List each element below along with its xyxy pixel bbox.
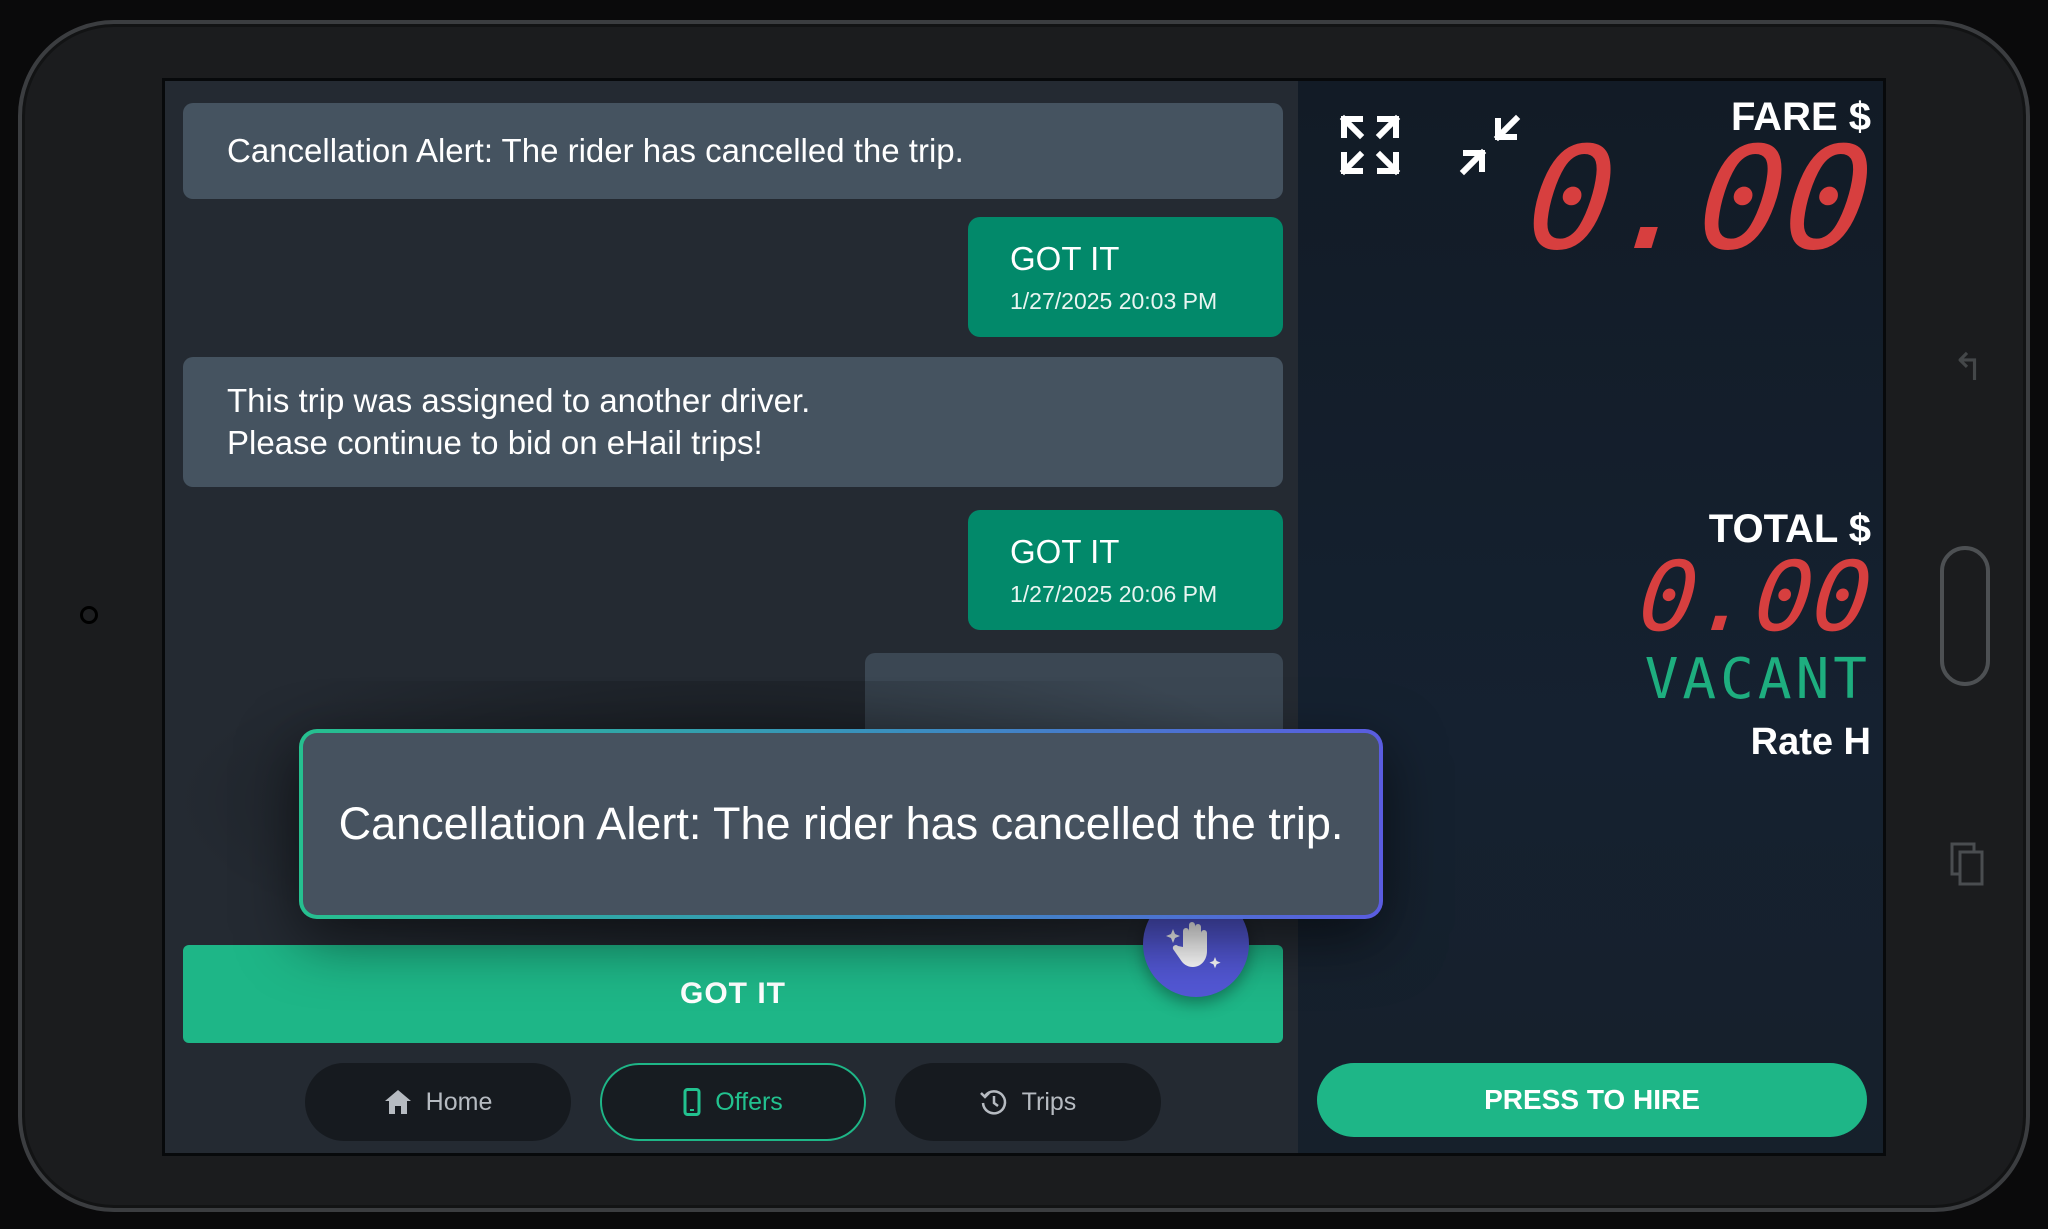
fare-value: 0.00 <box>1520 117 1880 282</box>
nav-home-button[interactable]: Home <box>305 1063 571 1141</box>
reply-label: GOT IT <box>1010 533 1120 570</box>
app-screen: Cancellation Alert: The rider has cancel… <box>162 78 1886 1156</box>
rate-label: Rate H <box>1750 721 1871 763</box>
message-alert: This trip was assigned to another driver… <box>183 357 1283 487</box>
hand-sparkle-icon <box>1166 922 1221 969</box>
phone-icon <box>683 1088 701 1116</box>
popup-body: Cancellation Alert: The rider has cancel… <box>303 733 1379 915</box>
nav-trips-label: Trips <box>1021 1087 1077 1116</box>
reply-label: GOT IT <box>1010 240 1120 277</box>
meter-panel: FARE $ 0.00 TOTAL $ 0.00 VACANT Rate H P… <box>1298 81 1883 1153</box>
nav-trips-button[interactable]: Trips <box>895 1063 1161 1141</box>
front-camera <box>80 606 98 624</box>
home-key[interactable] <box>1940 546 1990 686</box>
press-to-hire-button[interactable]: PRESS TO HIRE <box>1317 1063 1867 1137</box>
messages-panel: Cancellation Alert: The rider has cancel… <box>165 81 1298 1153</box>
got-it-label: GOT IT <box>680 977 786 1010</box>
nav-offers-label: Offers <box>715 1087 783 1116</box>
press-to-hire-label: PRESS TO HIRE <box>1484 1084 1700 1115</box>
recent-apps-icon[interactable] <box>1950 842 1984 886</box>
collapse-icon[interactable] <box>1458 113 1522 177</box>
popup-text: Cancellation Alert: The rider has cancel… <box>338 798 1344 849</box>
home-icon <box>384 1090 411 1114</box>
back-key-icon[interactable]: ↰ <box>1952 346 1984 388</box>
message-reply: GOT IT 1/27/2025 20:06 PM <box>968 510 1283 630</box>
status-vacant: VACANT <box>1644 647 1871 712</box>
cancellation-popup[interactable]: Cancellation Alert: The rider has cancel… <box>299 729 1383 919</box>
got-it-button[interactable]: GOT IT <box>183 945 1283 1043</box>
total-value: 0.00 <box>1633 541 1877 653</box>
nav-offers-button[interactable]: Offers <box>600 1063 866 1141</box>
history-icon <box>979 1090 1006 1115</box>
message-text: This trip was assigned to another driver… <box>227 382 811 419</box>
message-reply: GOT IT 1/27/2025 20:03 PM <box>968 217 1283 337</box>
reply-timestamp: 1/27/2025 20:03 PM <box>1010 288 1218 314</box>
message-alert: Cancellation Alert: The rider has cancel… <box>183 103 1283 199</box>
nav-home-label: Home <box>425 1087 493 1116</box>
message-text: Please continue to bid on eHail trips! <box>227 424 763 461</box>
expand-icon[interactable] <box>1338 113 1402 177</box>
reply-timestamp: 1/27/2025 20:06 PM <box>1010 581 1218 607</box>
message-text: Cancellation Alert: The rider has cancel… <box>227 132 964 169</box>
